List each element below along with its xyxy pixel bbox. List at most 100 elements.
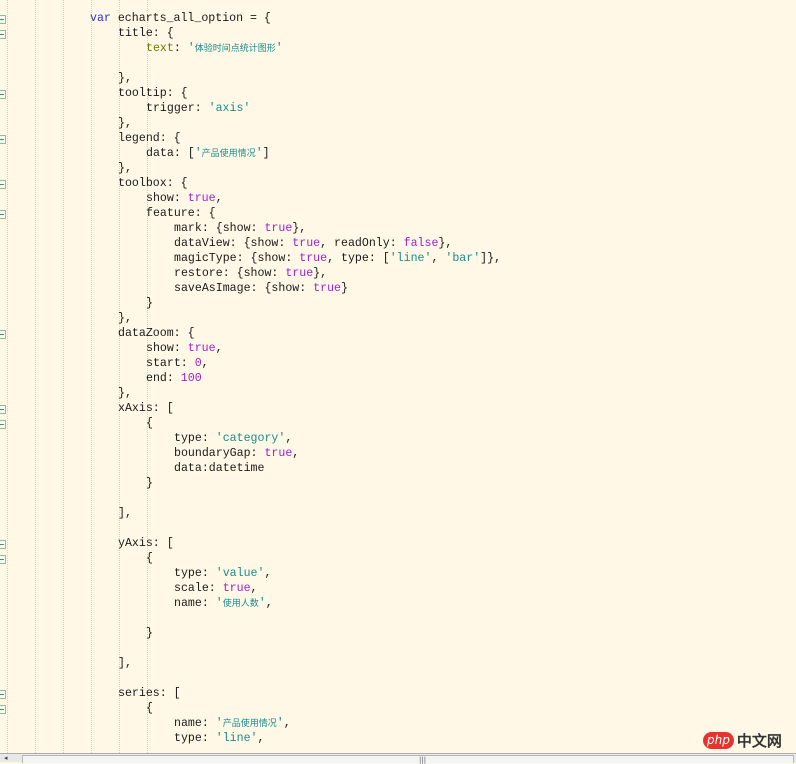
code-token: ,: [292, 447, 300, 460]
code-token: show:: [146, 192, 188, 205]
code-line[interactable]: yAxis: [: [118, 536, 174, 551]
code-line[interactable]: name: '产品使用情况',: [174, 716, 291, 731]
code-line[interactable]: end: 100: [146, 371, 202, 386]
fold-toggle-icon[interactable]: [0, 180, 6, 189]
code-token: },: [438, 237, 453, 250]
code-token: {: [146, 702, 153, 715]
code-editor[interactable]: var echarts_all_option = {title: {text: …: [0, 0, 796, 753]
code-token: 'category': [215, 432, 286, 445]
code-line[interactable]: dataView: {show: true, readOnly: false},: [174, 236, 452, 251]
code-token: ,: [215, 342, 223, 355]
code-line[interactable]: },: [118, 116, 132, 131]
code-line[interactable]: dataZoom: {: [118, 326, 195, 341]
code-line[interactable]: type: 'value',: [174, 566, 271, 581]
code-token: false: [403, 237, 439, 250]
code-token: {: [146, 417, 153, 430]
code-line[interactable]: type: 'category',: [174, 431, 292, 446]
code-line[interactable]: text: '体验时间点统计图形': [146, 41, 283, 56]
code-line[interactable]: restore: {show: true},: [174, 266, 327, 281]
fold-toggle-icon[interactable]: [0, 135, 6, 144]
code-line[interactable]: data: ['产品使用情况']: [146, 146, 270, 161]
code-line[interactable]: {: [146, 416, 153, 431]
code-token: ': [194, 147, 202, 160]
code-line[interactable]: ],: [118, 656, 132, 671]
scrollbar-grip-icon: |||: [419, 756, 427, 764]
code-line[interactable]: magicType: {show: true, type: ['line', '…: [174, 251, 501, 266]
code-line[interactable]: trigger: 'axis': [146, 101, 250, 116]
code-token: 0: [194, 357, 202, 370]
fold-toggle-icon[interactable]: [0, 705, 6, 714]
code-line[interactable]: }: [146, 476, 153, 491]
code-token: tooltip: {: [118, 87, 188, 100]
code-line[interactable]: toolbox: {: [118, 176, 188, 191]
code-token: echarts_all_option = {: [110, 12, 271, 25]
scrollbar-thumb[interactable]: |||: [22, 755, 794, 764]
code-token: },: [118, 312, 132, 325]
code-line[interactable]: {: [146, 701, 153, 716]
code-token: start:: [146, 357, 195, 370]
code-token: ,: [250, 582, 258, 595]
code-line[interactable]: series: [: [118, 686, 181, 701]
code-line[interactable]: ],: [118, 506, 132, 521]
code-token: ,: [215, 192, 223, 205]
code-line[interactable]: saveAsImage: {show: true}: [174, 281, 348, 296]
fold-toggle-icon[interactable]: [0, 540, 6, 549]
fold-toggle-icon[interactable]: [0, 15, 6, 24]
code-token: restore: {show:: [174, 267, 286, 280]
code-line[interactable]: },: [118, 386, 132, 401]
code-line[interactable]: var echarts_all_option = {: [90, 11, 271, 26]
code-token: ],: [118, 507, 132, 520]
code-token: ,: [257, 732, 265, 745]
code-token: ': [275, 42, 283, 55]
code-line[interactable]: }: [146, 296, 153, 311]
code-line[interactable]: mark: {show: true},: [174, 221, 306, 236]
code-token: data:datetime: [174, 462, 265, 475]
code-token: 'axis': [208, 102, 251, 115]
code-line[interactable]: title: {: [118, 26, 174, 41]
fold-toggle-icon[interactable]: [0, 210, 6, 219]
code-token: },: [118, 72, 132, 85]
code-token: data: [: [146, 147, 195, 160]
fold-toggle-icon[interactable]: [0, 690, 6, 699]
code-line[interactable]: feature: {: [146, 206, 216, 221]
code-line[interactable]: legend: {: [118, 131, 181, 146]
code-line[interactable]: },: [118, 161, 132, 176]
fold-toggle-icon[interactable]: [0, 555, 6, 564]
indent-guide: [35, 0, 36, 753]
code-line[interactable]: data:datetime: [174, 461, 264, 476]
fold-toggle-icon[interactable]: [0, 405, 6, 414]
code-line[interactable]: }: [146, 626, 153, 641]
fold-toggle-icon[interactable]: [0, 420, 6, 429]
code-line[interactable]: boundaryGap: true,: [174, 446, 299, 461]
code-line[interactable]: tooltip: {: [118, 86, 188, 101]
code-line[interactable]: scale: true,: [174, 581, 258, 596]
fold-toggle-icon[interactable]: [0, 30, 6, 39]
code-token: name:: [174, 717, 216, 730]
code-token: },: [118, 162, 132, 175]
code-token: saveAsImage: {show:: [174, 282, 314, 295]
code-line[interactable]: show: true,: [146, 191, 223, 206]
code-token: end:: [146, 372, 181, 385]
code-line[interactable]: },: [118, 311, 132, 326]
watermark-text: 中文网: [736, 731, 782, 750]
code-token: },: [292, 222, 307, 235]
code-line[interactable]: type: 'line',: [174, 731, 264, 746]
code-token: },: [118, 387, 132, 400]
code-token: },: [118, 117, 132, 130]
code-line[interactable]: {: [146, 551, 153, 566]
code-token: series: [: [118, 687, 181, 700]
code-token: , type: [: [327, 252, 390, 265]
code-token: }: [146, 627, 153, 640]
code-token: yAxis: [: [118, 537, 174, 550]
code-line[interactable]: },: [118, 71, 132, 86]
fold-toggle-icon[interactable]: [0, 90, 6, 99]
code-token: true: [222, 582, 251, 595]
code-line[interactable]: start: 0,: [146, 356, 209, 371]
code-line[interactable]: name: '使用人数',: [174, 596, 273, 611]
code-token: true: [285, 267, 314, 280]
code-token: true: [187, 342, 216, 355]
code-token: type:: [174, 732, 216, 745]
fold-toggle-icon[interactable]: [0, 330, 6, 339]
code-line[interactable]: show: true,: [146, 341, 223, 356]
code-line[interactable]: xAxis: [: [118, 401, 174, 416]
